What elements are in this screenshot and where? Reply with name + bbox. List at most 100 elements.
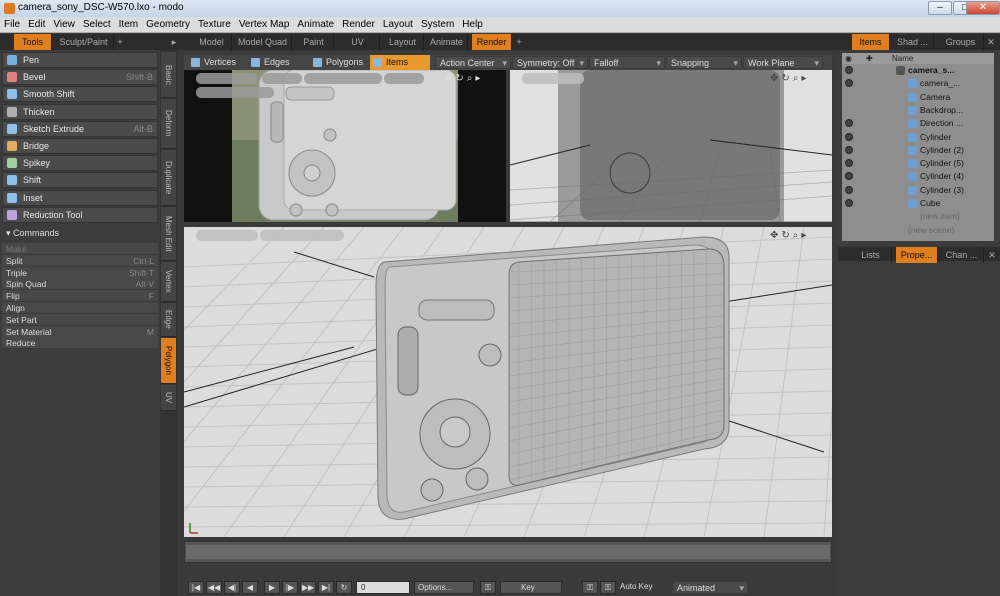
viewport-label-pill[interactable] <box>196 87 274 98</box>
tab-shader[interactable]: Shad ... <box>892 34 934 50</box>
viewport-perspective-main[interactable]: ✥↻⌕▸ <box>184 227 832 537</box>
tab-lists[interactable]: Lists <box>850 247 892 263</box>
key-button[interactable]: Key <box>500 581 562 594</box>
viewport-nav-icons[interactable]: ✥↻⌕▸ <box>770 230 809 241</box>
snapping-dropdown[interactable]: Snapping <box>666 56 742 70</box>
viewport-perspective-top[interactable]: ✥↻⌕▸ <box>510 70 832 222</box>
prev-key-button[interactable]: ◀◀ <box>206 581 222 594</box>
next-key-button[interactable]: ▶▶ <box>300 581 316 594</box>
tool-spikey[interactable]: Spikey <box>2 155 158 172</box>
mode-polygons[interactable]: Polygons <box>310 55 372 70</box>
visibility-eye-icon[interactable] <box>845 145 853 154</box>
viewport-label-pill[interactable] <box>196 230 258 241</box>
next-frame-button[interactable]: |▶ <box>282 581 298 594</box>
viewport-camera-view[interactable]: ✥↻⌕▸ <box>184 70 506 222</box>
item-row[interactable]: Backdrop... <box>838 104 990 117</box>
visibility-eye-icon[interactable] <box>845 119 853 128</box>
tool-bridge[interactable]: Bridge <box>2 138 158 154</box>
first-frame-button[interactable]: |◀ <box>188 581 204 594</box>
vtab-vertex[interactable]: Vertex <box>161 262 176 302</box>
work-plane-dropdown[interactable]: Work Plane <box>743 56 823 70</box>
close-button[interactable]: ✕ <box>966 1 1000 15</box>
tool-sketch-extrude[interactable]: Sketch Extrude Alt-B <box>2 120 158 137</box>
tab-paint[interactable]: Paint <box>294 34 334 50</box>
menu-select[interactable]: Select <box>79 17 115 32</box>
visibility-eye-icon[interactable] <box>845 172 853 181</box>
command-align[interactable]: Align <box>2 302 158 314</box>
command-set-material[interactable]: Set Material M <box>2 325 158 338</box>
menu-texture[interactable]: Texture <box>194 17 235 32</box>
menu-render[interactable]: Render <box>338 17 379 32</box>
visibility-eye-icon[interactable] <box>845 185 853 194</box>
viewport-nav-icons[interactable]: ✥↻⌕▸ <box>444 73 483 84</box>
vtab-mesh-edit[interactable]: Mesh Edit <box>161 207 176 261</box>
tool-pen[interactable]: Pen <box>2 52 158 68</box>
tab-sculpt-paint[interactable]: Sculpt/Paint <box>54 34 114 50</box>
autokey-icon[interactable]: ⚿ <box>582 581 598 594</box>
tool-bevel[interactable]: Bevel Shift-B <box>2 69 158 86</box>
tab-channels[interactable]: Chan ... <box>940 247 984 263</box>
mode-edges[interactable]: Edges <box>248 55 306 70</box>
visibility-eye-icon[interactable] <box>845 132 853 141</box>
viewport-label-pill[interactable] <box>262 73 302 84</box>
close-panel-icon[interactable]: ✕ <box>986 247 998 263</box>
command-triple[interactable]: Triple Shift-T <box>2 266 158 279</box>
key-icon[interactable]: ⚿ <box>480 581 496 594</box>
item-row[interactable]: Cylinder <box>838 131 990 144</box>
viewport-nav-icons[interactable]: ✥↻⌕▸ <box>770 73 809 84</box>
tab-render[interactable]: Render <box>472 34 512 50</box>
item-row[interactable]: Cylinder (2) <box>838 144 990 157</box>
vtab-polygon[interactable]: Polygon <box>161 338 176 384</box>
last-frame-button[interactable]: ▶| <box>318 581 334 594</box>
vtab-basic[interactable]: Basic <box>161 52 176 98</box>
tab-groups[interactable]: Groups <box>938 34 984 50</box>
tab-items[interactable]: Items <box>852 34 890 50</box>
vtab-duplicate[interactable]: Duplicate <box>161 150 176 206</box>
options-button[interactable]: Options... <box>414 581 474 594</box>
frame-input[interactable]: 0 <box>356 581 410 594</box>
name-column-header[interactable]: Name <box>892 53 913 64</box>
item-row[interactable]: Direction ... <box>838 117 990 130</box>
command-set-part[interactable]: Set Part <box>2 313 158 326</box>
menu-system[interactable]: System <box>417 17 458 32</box>
play-button[interactable]: ▶ <box>264 581 280 594</box>
item-row[interactable]: camera_... <box>838 77 990 90</box>
mode-items[interactable]: Items <box>370 55 430 70</box>
tab-layout[interactable]: Layout <box>382 34 424 50</box>
item-row[interactable]: (new scene) <box>838 224 990 237</box>
minimize-button[interactable]: – <box>928 1 952 15</box>
tab-tools[interactable]: Tools <box>14 34 52 50</box>
item-row[interactable]: Cylinder (4) <box>838 170 990 183</box>
viewport-label-pill[interactable] <box>384 73 424 84</box>
menu-animate[interactable]: Animate <box>293 17 338 32</box>
tool-thicken[interactable]: Thicken <box>2 103 158 120</box>
falloff-dropdown[interactable]: Falloff <box>589 56 665 70</box>
visibility-eye-icon[interactable] <box>845 66 853 74</box>
menu-help[interactable]: Help <box>458 17 487 32</box>
visibility-eye-icon[interactable] <box>845 79 853 88</box>
animated-dropdown[interactable]: Animated <box>672 581 748 595</box>
tab-uv[interactable]: UV <box>336 34 380 50</box>
visibility-eye-icon[interactable] <box>845 159 853 168</box>
command-split[interactable]: Split Ctrl-L <box>2 254 158 267</box>
menu-layout[interactable]: Layout <box>379 17 417 32</box>
tab-model-quad[interactable]: Model Quad <box>234 34 292 50</box>
viewport-label-pill[interactable] <box>260 230 344 241</box>
item-row[interactable]: Camera <box>838 91 990 104</box>
vtab-deform[interactable]: Deform <box>161 99 176 149</box>
command-reduce[interactable]: Reduce <box>2 337 158 350</box>
autokey-toggle-icon[interactable]: ⚿ <box>600 581 616 594</box>
menu-view[interactable]: View <box>49 17 79 32</box>
command-flip[interactable]: Flip F <box>2 290 158 303</box>
command-spin-quad[interactable]: Spin Quad Alt-V <box>2 278 158 291</box>
tool-shift[interactable]: Shift <box>2 172 158 189</box>
tab-properties[interactable]: Prope... <box>896 247 938 263</box>
command-make[interactable]: Make <box>2 243 158 255</box>
item-row[interactable]: Cylinder (3) <box>838 184 990 197</box>
item-row[interactable]: Cylinder (5) <box>838 157 990 170</box>
item-row[interactable]: camera_s... <box>838 64 990 77</box>
tool-inset[interactable]: Inset <box>2 189 158 206</box>
menu-geometry[interactable]: Geometry <box>142 17 194 32</box>
commands-header[interactable]: ▾ Commands <box>2 227 158 241</box>
tab-animate[interactable]: Animate <box>426 34 468 50</box>
